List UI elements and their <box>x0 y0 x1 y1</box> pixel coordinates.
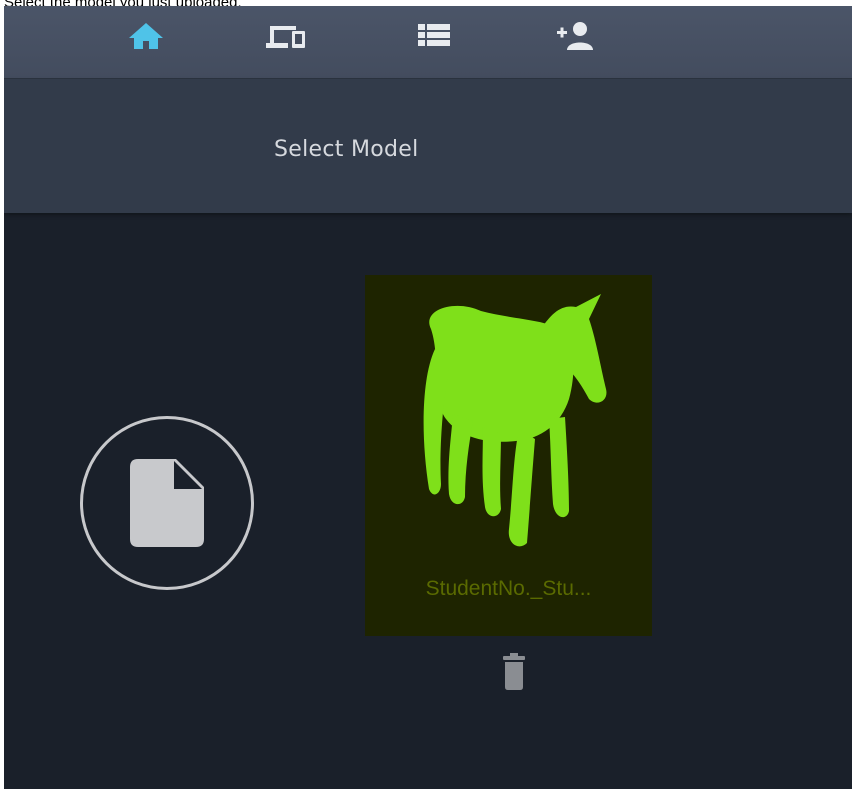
nav-home-button[interactable] <box>124 18 168 52</box>
model-card[interactable]: StudentNo._Stu... <box>365 275 652 636</box>
model-name: StudentNo._Stu... <box>425 577 592 600</box>
model-thumbnail <box>423 294 607 547</box>
app-window: Select Model StudentNo._Stu... <box>4 6 852 789</box>
nav-add-user-button[interactable] <box>554 18 598 52</box>
page-header: Select Model <box>4 79 852 213</box>
upload-file-button[interactable] <box>80 416 254 590</box>
add-user-icon <box>557 22 593 50</box>
trash-icon <box>503 653 525 690</box>
page-title: Select Model <box>274 137 419 162</box>
top-nav <box>4 6 852 79</box>
file-icon <box>130 459 204 547</box>
nav-devices-button[interactable] <box>266 18 310 52</box>
devices-icon <box>266 26 305 48</box>
home-icon <box>129 23 163 49</box>
list-icon <box>418 24 450 46</box>
delete-model-button[interactable] <box>499 651 529 691</box>
nav-list-button[interactable] <box>412 18 456 52</box>
